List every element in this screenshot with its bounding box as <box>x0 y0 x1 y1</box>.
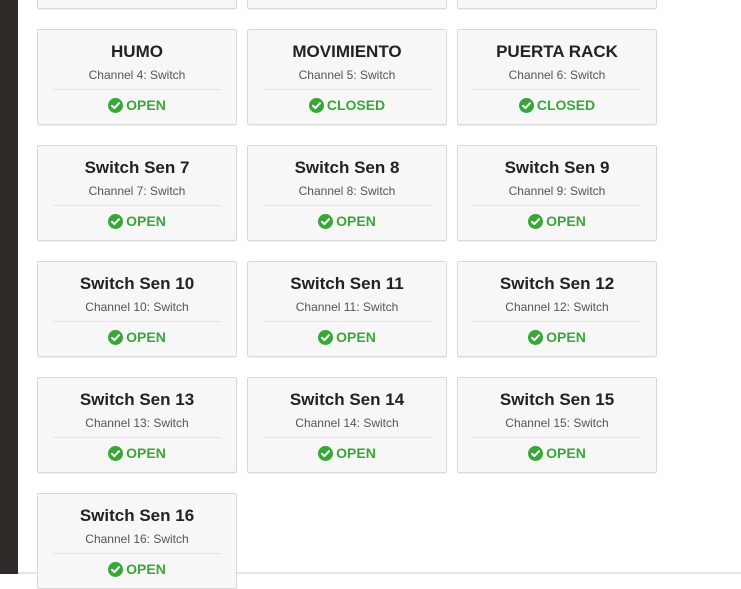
sensor-channel: Channel 8: Switch <box>298 184 396 198</box>
sensor-card-16[interactable]: Switch Sen 16 Channel 16: Switch OPEN <box>37 493 237 589</box>
sensor-status-label: OPEN <box>336 329 376 345</box>
sensor-title: Switch Sen 9 <box>504 158 610 177</box>
sensor-status-label: OPEN <box>546 213 586 229</box>
sensor-status-label: CLOSED <box>536 97 596 113</box>
check-circle-icon <box>518 98 534 113</box>
sensor-card-11[interactable]: Switch Sen 11 Channel 11: Switch OPEN <box>247 261 447 357</box>
check-circle-icon <box>318 214 334 229</box>
sensor-title: Switch Sen 15 <box>499 390 615 409</box>
sensor-card[interactable] <box>37 0 237 9</box>
check-circle-icon <box>108 330 124 345</box>
check-circle-icon <box>318 446 334 461</box>
sensor-title: Switch Sen 7 <box>84 158 190 177</box>
sensor-card-9[interactable]: Switch Sen 9 Channel 9: Switch OPEN <box>457 145 657 241</box>
card-divider <box>53 89 221 90</box>
card-divider <box>473 321 641 322</box>
sensor-channel: Channel 13: Switch <box>85 416 189 430</box>
sensor-title: Switch Sen 8 <box>294 158 400 177</box>
sensor-status: OPEN <box>458 213 656 229</box>
sensor-status: OPEN <box>38 97 236 113</box>
sensor-card-12[interactable]: Switch Sen 12 Channel 12: Switch OPEN <box>457 261 657 357</box>
check-circle-icon <box>108 446 124 461</box>
sensor-status-label: OPEN <box>336 213 376 229</box>
check-circle-icon <box>108 562 124 577</box>
check-circle-icon <box>308 98 324 113</box>
sensor-card[interactable] <box>247 0 447 9</box>
sensor-title: Switch Sen 16 <box>79 506 195 525</box>
sensor-card-13[interactable]: Switch Sen 13 Channel 13: Switch OPEN <box>37 377 237 473</box>
sensor-status: OPEN <box>38 213 236 229</box>
check-circle-icon <box>528 446 544 461</box>
card-divider <box>473 205 641 206</box>
check-circle-icon <box>528 214 544 229</box>
sensor-card-humo[interactable]: HUMO Channel 4: Switch OPEN <box>37 29 237 125</box>
card-divider <box>473 89 641 90</box>
sensor-channel: Channel 14: Switch <box>295 416 399 430</box>
sensor-title: MOVIMIENTO <box>292 42 402 61</box>
sensor-channel: Channel 4: Switch <box>88 68 186 82</box>
card-divider <box>53 553 221 554</box>
sensor-title: Switch Sen 13 <box>79 390 195 409</box>
sensor-channel: Channel 7: Switch <box>88 184 186 198</box>
card-divider <box>53 321 221 322</box>
sensor-card-15[interactable]: Switch Sen 15 Channel 15: Switch OPEN <box>457 377 657 473</box>
sensor-card-8[interactable]: Switch Sen 8 Channel 8: Switch OPEN <box>247 145 447 241</box>
card-divider <box>53 437 221 438</box>
sensor-status-label: OPEN <box>546 445 586 461</box>
sensor-title: Switch Sen 11 <box>290 274 404 293</box>
check-circle-icon <box>318 330 334 345</box>
sensor-channel: Channel 10: Switch <box>85 300 189 314</box>
sensor-status-label: OPEN <box>126 97 166 113</box>
sensor-status: OPEN <box>248 213 446 229</box>
sensor-card-14[interactable]: Switch Sen 14 Channel 14: Switch OPEN <box>247 377 447 473</box>
check-circle-icon <box>528 330 544 345</box>
sensor-title: HUMO <box>111 42 163 61</box>
check-circle-icon <box>108 98 124 113</box>
sensor-channel: Channel 15: Switch <box>505 416 609 430</box>
card-divider <box>53 205 221 206</box>
sensor-status: OPEN <box>38 445 236 461</box>
check-circle-icon <box>108 214 124 229</box>
sensor-title: Switch Sen 10 <box>79 274 195 293</box>
sensor-status-label: OPEN <box>126 213 166 229</box>
sensor-channel: Channel 12: Switch <box>505 300 609 314</box>
sensor-status: OPEN <box>248 329 446 345</box>
sensor-title: PUERTA RACK <box>496 42 618 61</box>
sensor-status-label: CLOSED <box>326 97 386 113</box>
sensor-status-label: OPEN <box>126 445 166 461</box>
sensor-card[interactable] <box>457 0 657 9</box>
card-divider <box>263 205 431 206</box>
sensor-status-label: OPEN <box>546 329 586 345</box>
sensor-status: CLOSED <box>458 97 656 113</box>
sensor-title: Switch Sen 14 <box>289 390 405 409</box>
card-divider <box>473 437 641 438</box>
sensor-status: OPEN <box>248 445 446 461</box>
card-divider <box>263 321 431 322</box>
card-divider <box>263 89 431 90</box>
sensor-card-movimiento[interactable]: MOVIMIENTO Channel 5: Switch CLOSED <box>247 29 447 125</box>
sensor-status: OPEN <box>458 329 656 345</box>
sensor-status: OPEN <box>38 329 236 345</box>
sensor-channel: Channel 9: Switch <box>508 184 606 198</box>
sensor-card-7[interactable]: Switch Sen 7 Channel 7: Switch OPEN <box>37 145 237 241</box>
sensor-status: OPEN <box>458 445 656 461</box>
sensor-card-puerta-rack[interactable]: PUERTA RACK Channel 6: Switch CLOSED <box>457 29 657 125</box>
sensor-card-grid: HUMO Channel 4: Switch OPEN MOVIMIENTO C… <box>37 0 657 589</box>
sensor-status-label: OPEN <box>126 329 166 345</box>
sensor-title: Switch Sen 12 <box>499 274 615 293</box>
sensor-channel: Channel 6: Switch <box>508 68 606 82</box>
sensor-status-label: OPEN <box>126 561 166 577</box>
left-sidebar-edge <box>0 0 18 574</box>
card-divider <box>263 437 431 438</box>
sensor-status: OPEN <box>38 561 236 577</box>
sensor-card-10[interactable]: Switch Sen 10 Channel 10: Switch OPEN <box>37 261 237 357</box>
sensor-channel: Channel 16: Switch <box>85 532 189 546</box>
sensor-status: CLOSED <box>248 97 446 113</box>
sensor-channel: Channel 5: Switch <box>298 68 396 82</box>
sensor-channel: Channel 11: Switch <box>295 300 399 314</box>
sensor-status-label: OPEN <box>336 445 376 461</box>
